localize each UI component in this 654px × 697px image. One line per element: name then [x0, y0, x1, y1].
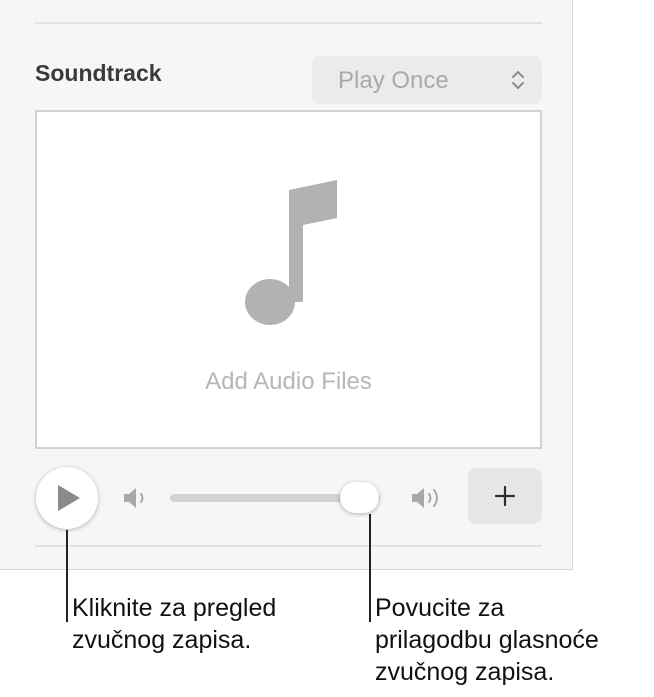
- volume-callout-line: [369, 514, 371, 622]
- playback-mode-popup[interactable]: Play Once: [312, 56, 542, 104]
- bottom-divider: [35, 545, 542, 547]
- chevron-up-down-icon: [512, 71, 524, 89]
- speaker-high-icon: [412, 488, 438, 508]
- volume-slider-knob[interactable]: [339, 482, 379, 513]
- soundtrack-panel: Soundtrack Play Once Add Audio Files: [0, 0, 573, 570]
- volume-callout-text: Povucite za prilagodbu glasnoće zvučnog …: [375, 592, 599, 688]
- playback-mode-label: Play Once: [338, 67, 449, 94]
- play-callout-text: Kliknite za pregled zvučnog zapisa.: [72, 592, 276, 656]
- add-audio-button[interactable]: [468, 468, 542, 524]
- play-callout-line: [66, 530, 68, 622]
- volume-callout-line-1: Povucite za: [375, 594, 505, 622]
- volume-callout-line-2: prilagodbu glasnoće: [375, 626, 599, 654]
- section-title: Soundtrack: [35, 60, 162, 86]
- plus-icon: [495, 486, 515, 506]
- add-audio-files-label: Add Audio Files: [205, 368, 372, 395]
- play-callout-line-2: zvučnog zapisa.: [72, 626, 252, 654]
- play-icon: [58, 485, 80, 511]
- play-button[interactable]: [36, 467, 98, 529]
- speaker-low-icon: [124, 488, 144, 508]
- audio-drop-zone[interactable]: Add Audio Files: [35, 110, 542, 449]
- music-note-icon: [245, 180, 337, 325]
- play-callout-line-1: Kliknite za pregled: [72, 594, 277, 622]
- volume-callout-line-3: zvučnog zapisa.: [375, 658, 555, 686]
- top-divider: [35, 22, 542, 24]
